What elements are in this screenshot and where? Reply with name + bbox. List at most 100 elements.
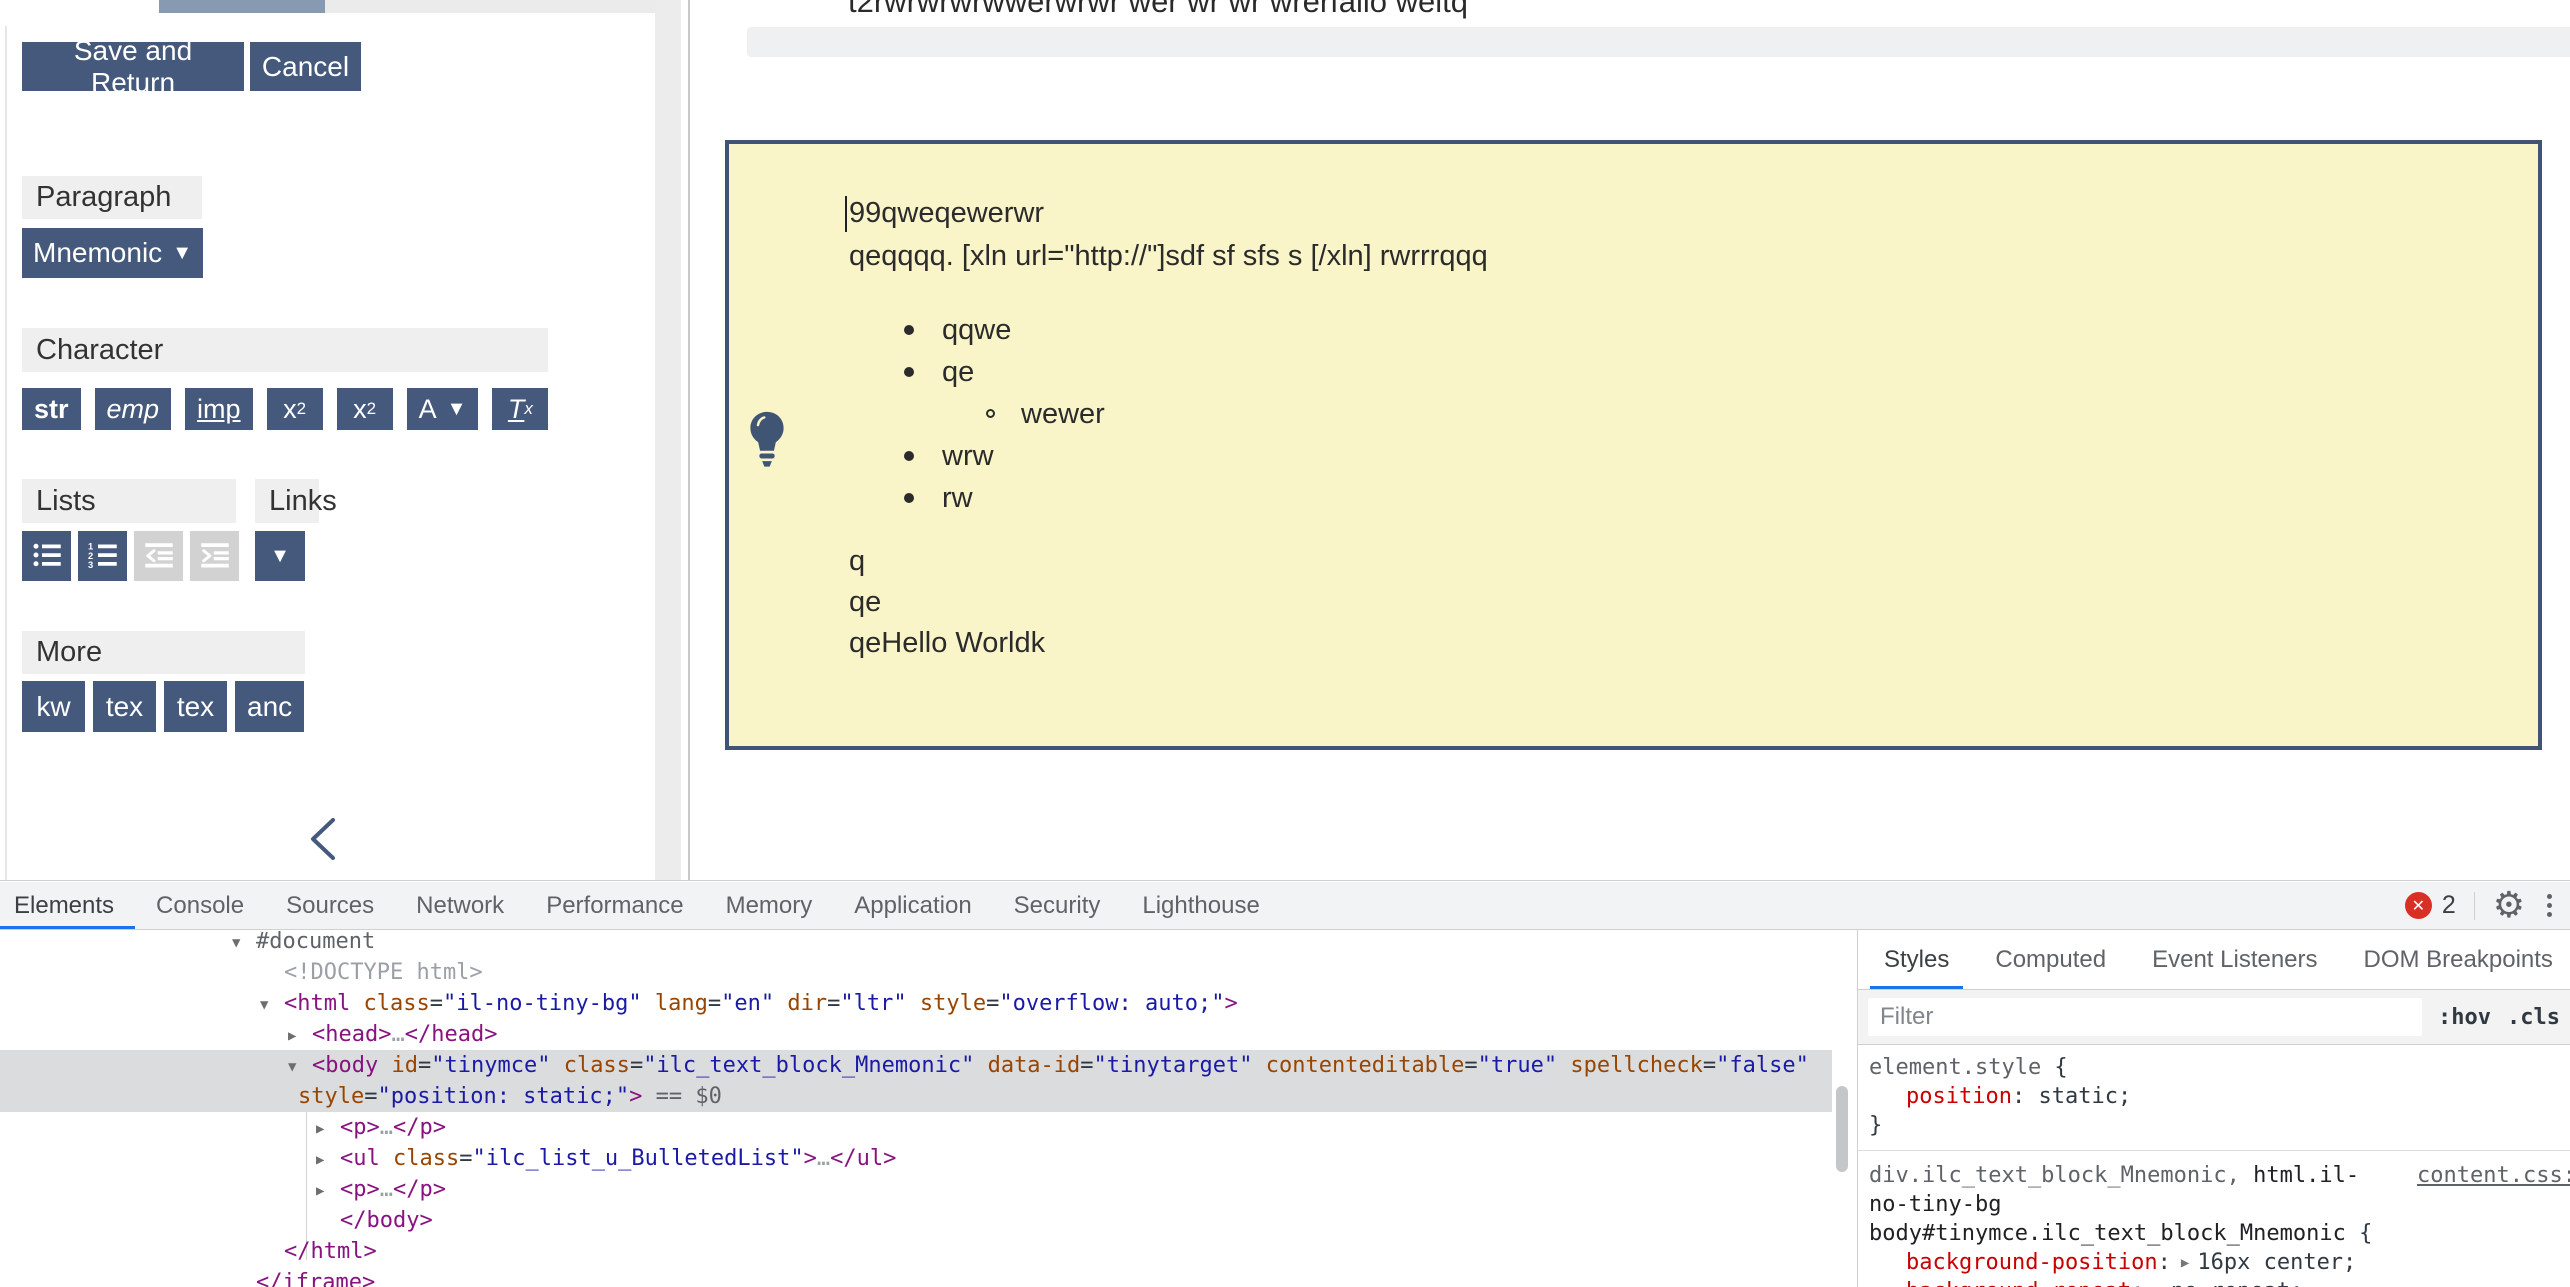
dom-tree-row[interactable]: style="position: static;"> == $0 bbox=[0, 1081, 1832, 1112]
top-toolbar-fragment bbox=[159, 0, 325, 13]
error-circle-icon: ✕ bbox=[2405, 892, 2432, 919]
tex-button-2[interactable]: tex bbox=[164, 681, 227, 732]
note-list-item: rw bbox=[849, 477, 2299, 519]
expand-value-icon[interactable]: ▶ bbox=[2181, 1249, 2189, 1278]
dom-tree-row[interactable]: ▼<body id="tinymce" class="ilc_text_bloc… bbox=[0, 1050, 1832, 1081]
tabbar-spacer bbox=[1281, 882, 2405, 929]
expand-arrow-right-icon[interactable]: ▶ bbox=[288, 1021, 312, 1052]
dom-tree-row[interactable]: </body> bbox=[0, 1205, 1832, 1236]
css-rule-close: } bbox=[1869, 1111, 2570, 1140]
page-editor-canvas[interactable]: t2rwrwrwrwwerwrwr wer wr wr wrerfallo we… bbox=[690, 0, 2570, 880]
styles-tab-event-listeners[interactable]: Event Listeners bbox=[2152, 930, 2317, 989]
elements-scrollbar-thumb[interactable] bbox=[1836, 1086, 1848, 1172]
css-property-name: background-position bbox=[1906, 1250, 2158, 1275]
note-bullet-list: qqweqewewerwrwrw bbox=[849, 309, 2299, 519]
editor-sidebar: Save and Return Cancel Paragraph Mnemoni… bbox=[0, 0, 688, 880]
svg-text:3: 3 bbox=[88, 560, 93, 570]
subscript-button-label: x bbox=[353, 394, 367, 425]
note-intro-line-1: 99qweqewerwr bbox=[849, 192, 2299, 235]
elements-tree-panel[interactable]: ▼#document<!DOCTYPE html>▼<html class="i… bbox=[0, 930, 1832, 1287]
dom-tree-row[interactable]: </iframe> bbox=[0, 1267, 1832, 1287]
tabbar-separator bbox=[2474, 892, 2475, 920]
sidebar-scrollbar-track[interactable] bbox=[655, 0, 681, 880]
styles-filter-input[interactable] bbox=[1868, 998, 2422, 1036]
expand-arrow-right-icon[interactable]: ▶ bbox=[316, 1114, 340, 1145]
console-error-badge[interactable]: ✕ 2 bbox=[2405, 891, 2456, 920]
caret-down-icon: ▼ bbox=[172, 243, 192, 263]
devtools-tab-elements[interactable]: Elements bbox=[0, 882, 135, 929]
lists-section-label: Lists bbox=[22, 479, 236, 523]
important-button[interactable]: imp bbox=[185, 388, 253, 430]
expand-arrow-right-icon[interactable]: ▶ bbox=[316, 1145, 340, 1176]
bullet-disc-icon bbox=[904, 325, 914, 335]
styles-sidebar: Styles Computed Event Listeners DOM Breakpo… bbox=[1857, 930, 2570, 1287]
subscript-button[interactable]: x2 bbox=[337, 388, 393, 430]
stylesheet-source-link[interactable]: content.css: bbox=[2417, 1161, 2570, 1190]
note-list-item-text: wrw bbox=[942, 440, 994, 472]
note-outro-line-3: qeHello Worldk bbox=[849, 623, 2299, 664]
dom-tree-row[interactable]: <!DOCTYPE html> bbox=[0, 957, 1832, 988]
links-dropdown-button[interactable]: ▼ bbox=[255, 531, 305, 581]
dom-tree-row[interactable]: </html> bbox=[0, 1236, 1832, 1267]
dom-tree-row[interactable]: ▼#document bbox=[0, 930, 1832, 957]
dom-tree-row[interactable]: ▶<p>…</p> bbox=[0, 1174, 1832, 1205]
styles-sidebar-tabs: Styles Computed Event Listeners DOM Breakpo… bbox=[1858, 930, 2570, 990]
keyword-button[interactable]: kw bbox=[22, 681, 85, 732]
expand-arrow-down-icon[interactable]: ▼ bbox=[260, 990, 284, 1021]
character-button-row: strempimp x2 x2 A▼ Tx bbox=[22, 388, 548, 430]
more-section-label: More bbox=[22, 631, 305, 674]
gear-icon[interactable]: ⚙ bbox=[2493, 888, 2525, 924]
devtools-tab-security[interactable]: Security bbox=[993, 882, 1122, 929]
caret-down-icon: ▼ bbox=[447, 399, 467, 419]
more-button-row: kwtextexanc bbox=[22, 681, 304, 732]
tex-button-1[interactable]: tex bbox=[93, 681, 156, 732]
css-property-value: 16px center; bbox=[2197, 1250, 2356, 1275]
expand-arrow-right-icon[interactable]: ▶ bbox=[316, 1176, 340, 1207]
mnemonic-note-block[interactable]: 99qweqewerwrqeqqqq. [xln url="http://"]s… bbox=[725, 140, 2542, 750]
strong-button[interactable]: str bbox=[22, 388, 81, 430]
devtools-panel: ElementsConsoleSourcesNetworkPerformance… bbox=[0, 880, 2570, 1286]
devtools-tab-sources[interactable]: Sources bbox=[265, 882, 395, 929]
links-button-row: ▼ bbox=[255, 531, 305, 581]
collapse-sidebar-button[interactable] bbox=[303, 815, 343, 863]
css-selector-line: body#tinymce.ilc_text_block_Mnemonic { bbox=[1869, 1219, 2570, 1248]
dom-tree-row[interactable]: ▶<ul class="ilc_list_u_BulletedList">…</… bbox=[0, 1143, 1832, 1174]
ordered-list-button[interactable]: 123 bbox=[78, 531, 127, 581]
dom-tree-row[interactable]: ▶<p>…</p> bbox=[0, 1112, 1832, 1143]
emphasis-button-label: emp bbox=[107, 394, 160, 425]
superscript-button[interactable]: x2 bbox=[267, 388, 323, 430]
list-button-row: 123 bbox=[22, 531, 239, 581]
devtools-tab-performance[interactable]: Performance bbox=[525, 882, 704, 929]
indent-icon bbox=[200, 540, 230, 573]
cancel-button[interactable]: Cancel bbox=[250, 42, 361, 91]
devtools-tab-application[interactable]: Application bbox=[833, 882, 992, 929]
expand-arrow-down-icon[interactable]: ▼ bbox=[288, 1052, 312, 1083]
emphasis-button[interactable]: emp bbox=[95, 388, 172, 430]
styles-tab-dom-breakpoints[interactable]: DOM Breakpoints bbox=[2364, 930, 2553, 989]
css-property-line[interactable]: background-position:▶16px center; bbox=[1869, 1248, 2570, 1277]
devtools-tab-console[interactable]: Console bbox=[135, 882, 265, 929]
class-toggle[interactable]: .cls bbox=[2507, 1005, 2560, 1030]
note-list-item: wewer bbox=[849, 393, 2299, 435]
clear-format-button[interactable]: Tx bbox=[492, 388, 548, 430]
devtools-tab-lighthouse[interactable]: Lighthouse bbox=[1121, 882, 1280, 929]
paragraph-style-dropdown[interactable]: Mnemonic ▼ bbox=[22, 228, 203, 278]
styles-tab-styles[interactable]: Styles bbox=[1884, 930, 1949, 989]
kebab-menu-icon[interactable] bbox=[2543, 890, 2556, 921]
collapsed-block-placeholder[interactable] bbox=[747, 27, 2570, 57]
expand-arrow-down-icon[interactable]: ▼ bbox=[232, 930, 256, 959]
unordered-list-button[interactable] bbox=[22, 531, 71, 581]
hover-state-toggle[interactable]: :hov bbox=[2438, 1005, 2491, 1030]
note-text-content[interactable]: 99qweqewerwrqeqqqq. [xln url="http://"]s… bbox=[849, 192, 2299, 664]
devtools-tab-memory[interactable]: Memory bbox=[705, 882, 834, 929]
save-and-return-button[interactable]: Save and Return bbox=[22, 42, 244, 91]
dom-tree-row[interactable]: ▼<html class="il-no-tiny-bg" lang="en" d… bbox=[0, 988, 1832, 1019]
text-color-button[interactable]: A▼ bbox=[407, 388, 479, 430]
superscript-button-label: x bbox=[283, 394, 297, 425]
dom-tree-row[interactable]: ▶<head>…</head> bbox=[0, 1019, 1832, 1050]
anchor-button[interactable]: anc bbox=[235, 681, 304, 732]
devtools-tab-network[interactable]: Network bbox=[395, 882, 525, 929]
note-list-item: qe bbox=[849, 351, 2299, 393]
styles-tab-computed[interactable]: Computed bbox=[1995, 930, 2106, 989]
css-property-line[interactable]: position: static; bbox=[1869, 1082, 2570, 1111]
